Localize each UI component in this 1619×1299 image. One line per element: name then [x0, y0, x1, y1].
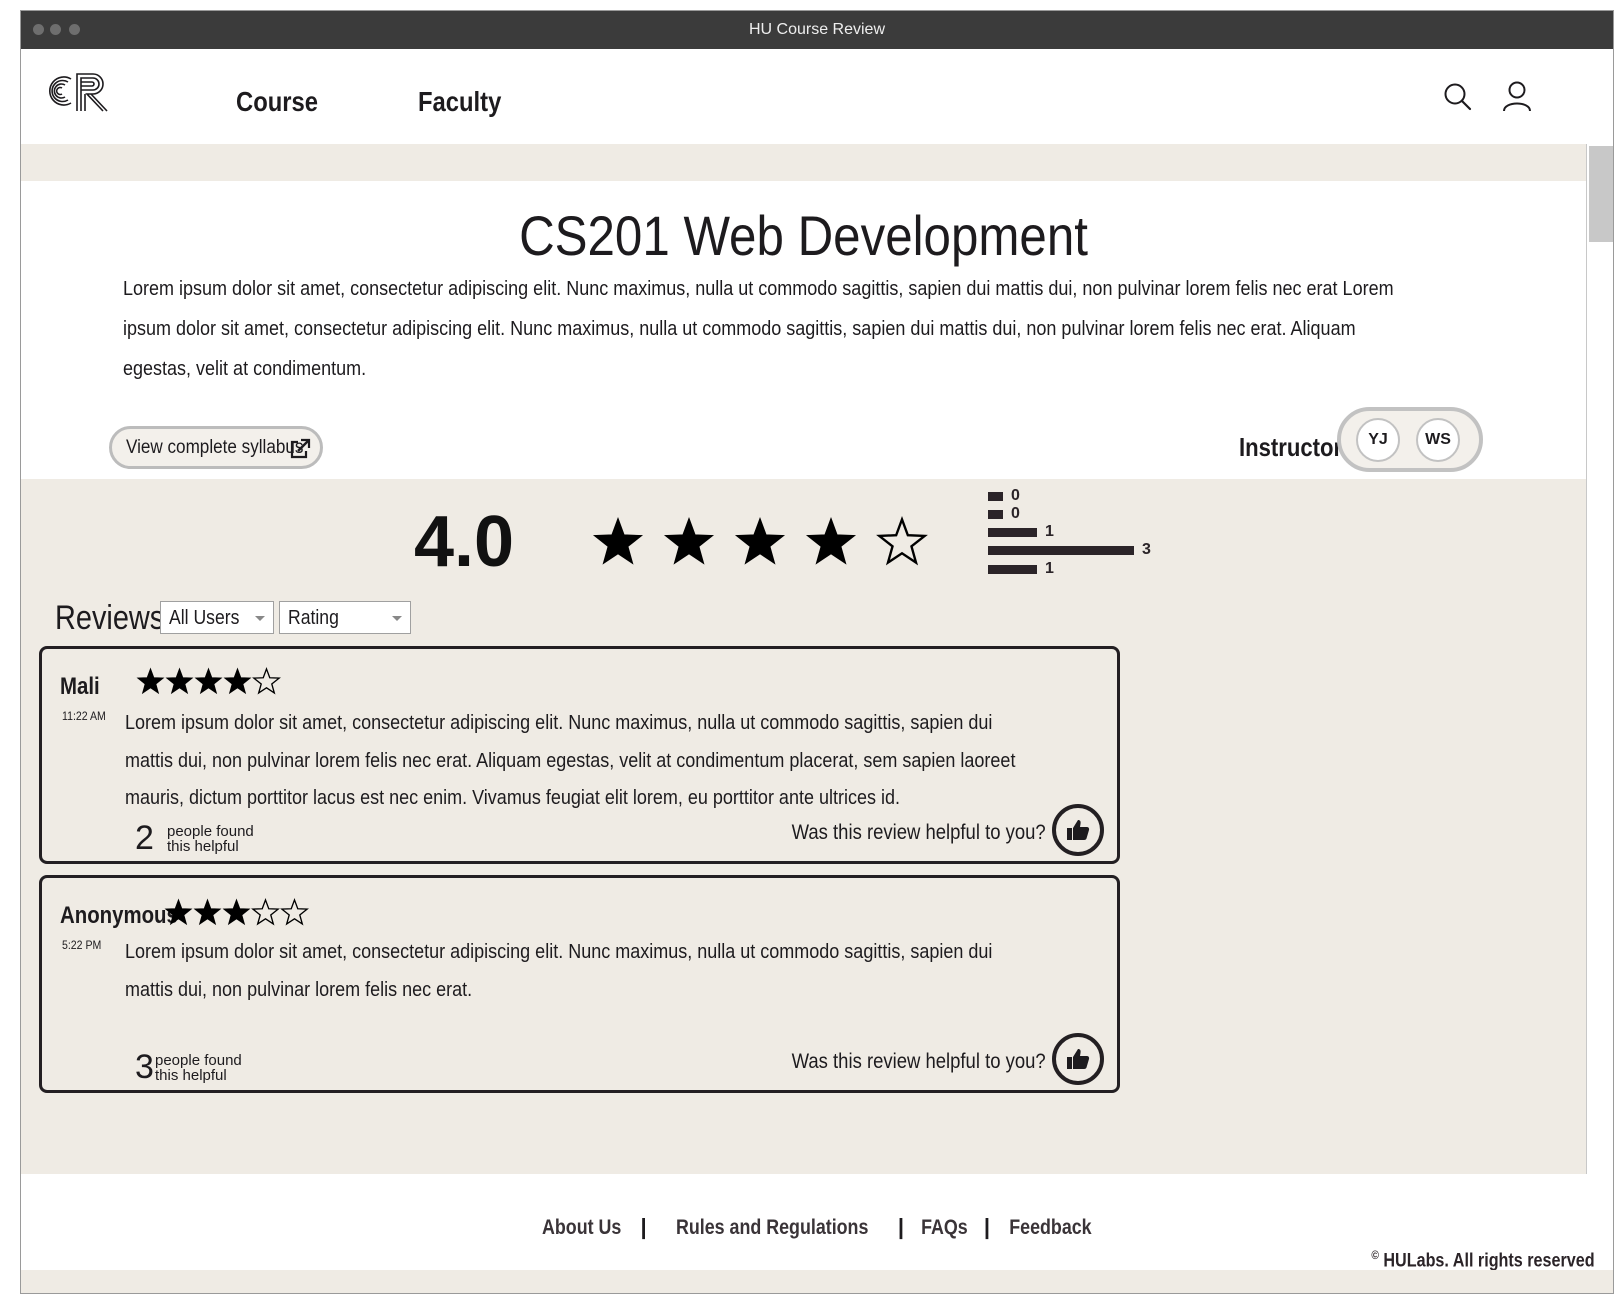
footer-faqs-link[interactable]: FAQs	[921, 1216, 968, 1240]
review-card: Mali 11:22 AM Lorem ipsum dolor sit amet…	[39, 646, 1120, 864]
distribution-count: 0	[1011, 487, 1020, 504]
distribution-bar	[988, 510, 1003, 519]
browser-window: HU Course Review Course Faculty CS201 We…	[20, 10, 1614, 1294]
review-time: 5:22 PM	[62, 938, 102, 952]
copyright-text: HULabs. All rights reserved	[1383, 1250, 1595, 1272]
search-icon[interactable]	[1441, 81, 1475, 115]
footer-separator: |	[897, 1214, 905, 1239]
instructors-list: YJ WS	[1337, 407, 1483, 472]
helpful-question: Was this review helpful to you?	[791, 1050, 1046, 1073]
copyright: © HULabs. All rights reserved	[1372, 1248, 1595, 1272]
footer-feedback-link[interactable]: Feedback	[1010, 1216, 1092, 1240]
vertical-scrollbar[interactable]	[1586, 144, 1613, 1174]
helpful-count: 2	[135, 819, 154, 857]
chevron-down-icon	[255, 616, 265, 621]
course-title: CS201 Web Development	[519, 204, 1088, 267]
instructor-avatar[interactable]: WS	[1416, 418, 1460, 462]
footer-rules-link[interactable]: Rules and Regulations	[676, 1216, 868, 1240]
users-filter-value: All Users	[169, 607, 240, 629]
instructor-avatar[interactable]: YJ	[1356, 418, 1400, 462]
reviews-heading: Reviews	[55, 599, 165, 637]
helpful-label: people found this helpful	[167, 823, 254, 855]
star-filled-icon	[165, 667, 194, 695]
scrollbar-thumb[interactable]	[1589, 146, 1613, 242]
star-empty-icon	[252, 667, 281, 695]
course-description: Lorem ipsum dolor sit amet, consectetur …	[123, 278, 1394, 380]
star-filled-icon	[223, 667, 252, 695]
window-title: HU Course Review	[748, 21, 886, 38]
review-text: Lorem ipsum dolor sit amet, consectetur …	[125, 941, 993, 1001]
sort-value: Rating	[288, 607, 339, 629]
star-filled-icon	[222, 898, 251, 926]
footer-strip	[21, 1270, 1613, 1293]
top-navbar: Course Faculty	[21, 49, 1613, 144]
footer-links: About Us | Rules and Regulations | FAQs …	[21, 1214, 1613, 1240]
copyright-symbol: ©	[1371, 1248, 1380, 1262]
users-filter-select[interactable]: All Users	[160, 601, 274, 634]
helpful-button[interactable]	[1052, 804, 1104, 856]
star-empty-icon	[876, 516, 928, 566]
footer-separator: |	[640, 1214, 647, 1239]
average-rating: 4.0	[414, 502, 515, 582]
reviewer-name: Anonymous	[60, 902, 178, 929]
distribution-count: 1	[1045, 523, 1054, 540]
sort-select[interactable]: Rating	[279, 601, 411, 634]
helpful-label: people found this helpful	[155, 1052, 242, 1084]
rating-distribution: 00 1 3 1	[988, 487, 1188, 589]
star-empty-icon	[251, 898, 280, 926]
star-filled-icon	[136, 667, 165, 695]
footer: About Us | Rules and Regulations | FAQs …	[21, 1174, 1613, 1293]
thumbs-up-icon	[1067, 1049, 1090, 1069]
user-icon[interactable]	[1499, 79, 1535, 115]
distribution-bar	[988, 528, 1037, 537]
star-filled-icon	[663, 516, 715, 565]
helpful-count: 3	[135, 1048, 154, 1086]
star-filled-icon	[164, 898, 193, 926]
external-link-icon	[290, 438, 311, 459]
distribution-count: 1	[1045, 560, 1054, 577]
cr-logo[interactable]	[41, 69, 111, 113]
star-filled-icon	[193, 898, 222, 926]
star-filled-icon	[805, 516, 857, 565]
title-bar: HU Course Review	[21, 11, 1613, 49]
review-card: Anonymous 5:22 PM Lorem ipsum dolor sit …	[39, 875, 1120, 1093]
distribution-bar	[988, 546, 1134, 555]
star-filled-icon	[734, 516, 786, 565]
distribution-count: 3	[1142, 541, 1151, 558]
distribution-bar	[988, 565, 1037, 574]
helpful-button[interactable]	[1052, 1033, 1104, 1085]
review-text: Lorem ipsum dolor sit amet, consectetur …	[125, 712, 1016, 809]
star-empty-icon	[280, 898, 309, 926]
star-filled-icon	[194, 667, 223, 695]
reviewer-name: Mali	[60, 673, 100, 700]
distribution-count: 0	[1011, 505, 1020, 522]
main-content: CS201 Web Development Lorem ipsum dolor …	[21, 144, 1586, 1174]
chevron-down-icon	[392, 616, 402, 621]
course-header: CS201 Web Development Lorem ipsum dolor …	[21, 181, 1586, 479]
nav-faculty[interactable]: Faculty	[418, 86, 501, 118]
helpful-question: Was this review helpful to you?	[791, 821, 1046, 844]
thumbs-up-icon	[1067, 820, 1090, 840]
distribution-bar	[988, 492, 1003, 501]
nav-course[interactable]: Course	[236, 86, 318, 118]
footer-about-us-link[interactable]: About Us	[542, 1216, 621, 1240]
review-time: 11:22 AM	[62, 709, 106, 723]
view-syllabus-button[interactable]: View complete syllabus	[109, 426, 323, 469]
star-filled-icon	[592, 516, 644, 565]
footer-separator: |	[983, 1214, 990, 1239]
syllabus-button-label: View complete syllabus	[126, 437, 304, 458]
